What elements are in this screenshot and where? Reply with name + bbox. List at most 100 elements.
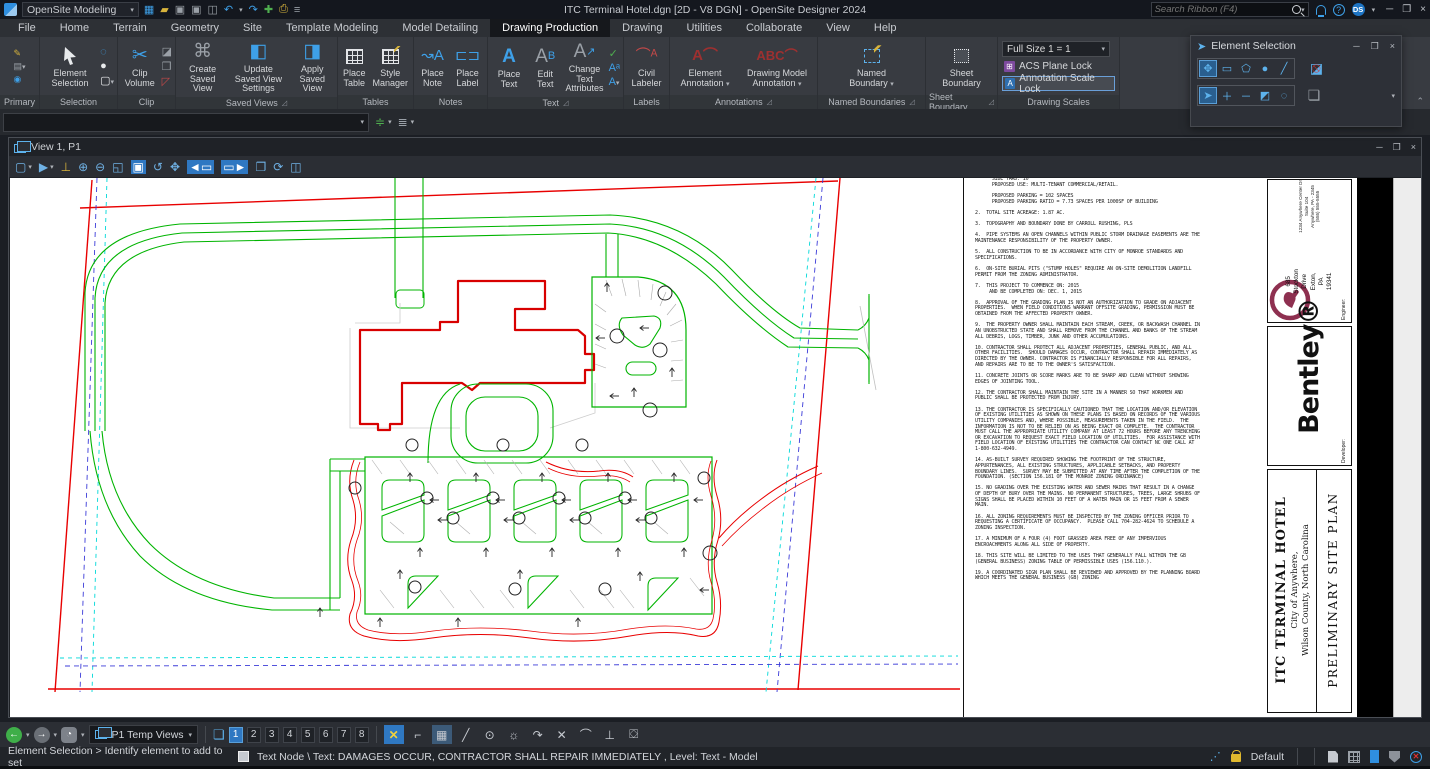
dialog-launcher-icon[interactable]: ◿: [909, 98, 914, 106]
view-toggle-7[interactable]: 7: [336, 726, 351, 743]
primary-tools-icon[interactable]: ✎: [13, 48, 25, 59]
drawing-canvas[interactable]: SIDE YARD: 10 PROPOSED USE: MULTI-TENANT…: [10, 178, 1421, 717]
copy-view-button[interactable]: ❐: [255, 160, 266, 174]
change-text-attributes-button[interactable]: A ↗ Change Text Attributes: [564, 39, 606, 95]
dialog-expand-icon[interactable]: ▾: [1391, 92, 1395, 100]
attributes-filter-button[interactable]: ≣ ▾: [398, 115, 415, 129]
named-boundary-button[interactable]: Named Boundary ▾: [843, 43, 901, 89]
search-input[interactable]: [1154, 4, 1293, 15]
connection-status-icon[interactable]: ✕: [1410, 750, 1422, 763]
delete-clip-icon[interactable]: ◸: [162, 75, 172, 88]
view-attributes-button[interactable]: ⟳: [273, 160, 283, 174]
pin-icon[interactable]: ✚: [264, 3, 273, 16]
text-more-icon[interactable]: A▾: [609, 76, 620, 88]
fence-block-icon[interactable]: ▢▾: [100, 74, 114, 87]
create-saved-view-button[interactable]: ⌘ Create Saved View: [179, 39, 226, 95]
apply-saved-view-button[interactable]: ◨ Apply Saved View: [291, 39, 334, 95]
close-button[interactable]: ×: [1420, 4, 1426, 15]
disable-handles-icon[interactable]: ◪⃠: [1305, 60, 1323, 77]
redo-icon[interactable]: ↷: [249, 3, 258, 16]
select-clear-icon[interactable]: ◌: [1275, 87, 1293, 104]
print-icon[interactable]: ⎙: [279, 3, 288, 16]
select-subtract-icon[interactable]: －: [1237, 87, 1255, 104]
place-label-button[interactable]: ⊏⊐ Place Label: [451, 43, 484, 89]
tab-site[interactable]: Site: [231, 19, 274, 37]
dialog-minimize-button[interactable]: ─: [1353, 41, 1359, 52]
saved-view-apply-button[interactable]: ◫: [290, 160, 301, 174]
tab-model-detailing[interactable]: Model Detailing: [390, 19, 490, 37]
style-manager-button[interactable]: Style Manager: [371, 43, 411, 89]
dialog-launcher-icon[interactable]: ◿: [563, 99, 568, 107]
save-icon[interactable]: ▣: [175, 3, 185, 16]
snap-origin-icon[interactable]: ☼: [504, 725, 524, 744]
select-block-icon[interactable]: ▭: [1218, 60, 1236, 77]
pan-view-button[interactable]: ✥: [170, 160, 180, 174]
tab-collaborate[interactable]: Collaborate: [734, 19, 814, 37]
dgn-work-mode-icon[interactable]: [1370, 750, 1379, 763]
select-line-icon[interactable]: ╱: [1275, 60, 1293, 77]
tab-drawing[interactable]: Drawing: [610, 19, 674, 37]
snap-intersection-icon[interactable]: ✕: [552, 725, 572, 744]
view-toggle-6[interactable]: 6: [318, 726, 333, 743]
view-close-button[interactable]: ×: [1411, 142, 1416, 153]
snap-nearest-icon[interactable]: ⌐: [408, 725, 428, 744]
clip-mask-icon[interactable]: ◪: [162, 45, 172, 58]
select-shape-icon[interactable]: ⬠: [1237, 60, 1255, 77]
tab-geometry[interactable]: Geometry: [159, 19, 231, 37]
view-toggle-4[interactable]: 4: [282, 726, 297, 743]
undo-icon[interactable]: ↶: [224, 3, 233, 16]
edit-text-button[interactable]: AB Edit Text: [530, 44, 561, 90]
view-back-button[interactable]: ←: [6, 726, 22, 743]
select-individual-icon[interactable]: ✥: [1199, 60, 1217, 77]
view-forward-button[interactable]: →: [33, 726, 50, 743]
view-toggle-2[interactable]: 2: [246, 726, 261, 743]
annotation-scale-lock-toggle[interactable]: A Annotation Scale Lock: [1002, 73, 1115, 95]
tab-file[interactable]: File: [6, 19, 48, 37]
dialog-launcher-icon[interactable]: ◿: [282, 99, 287, 107]
help-icon[interactable]: ?: [1332, 3, 1345, 16]
text-styles-icon[interactable]: Aᵃ: [609, 62, 620, 74]
view-history-button[interactable]: ◔: [61, 726, 78, 743]
properties-icon[interactable]: ◉: [13, 74, 25, 85]
view-next-button[interactable]: ▭►: [221, 159, 249, 174]
fence-mode-icon[interactable]: [1348, 750, 1360, 763]
dialog-close-button[interactable]: ×: [1390, 41, 1395, 52]
view-history-dropdown-icon[interactable]: ▾: [81, 731, 85, 739]
place-text-button[interactable]: A Place Text: [491, 44, 527, 90]
view-toggle-5[interactable]: 5: [300, 726, 315, 743]
dialog-launcher-icon[interactable]: ◿: [989, 98, 994, 106]
view-forward-dropdown-icon[interactable]: ▾: [54, 731, 58, 739]
snap-keypoint-icon[interactable]: ▦: [431, 725, 452, 744]
snap-bisector-icon[interactable]: ↷: [528, 725, 548, 744]
selection-set-icon[interactable]: [1328, 750, 1338, 763]
sheet-boundary-button[interactable]: Sheet Boundary: [929, 43, 994, 89]
zoom-in-button[interactable]: ⊕: [78, 160, 88, 174]
select-by-attributes-icon[interactable]: ◌: [100, 46, 114, 58]
window-area-button[interactable]: ◱: [112, 160, 123, 174]
fit-view-button[interactable]: ▣: [130, 159, 146, 174]
snap-center-icon[interactable]: ⊙: [480, 725, 500, 744]
rotate-view-button[interactable]: ↺: [153, 160, 163, 174]
view-presentation-button[interactable]: ▶ ▾: [39, 160, 54, 174]
view-minimize-button[interactable]: ─: [1376, 142, 1382, 153]
zoom-out-button[interactable]: ⊖: [95, 160, 105, 174]
snap-point-on-icon[interactable]: ⛋: [624, 725, 644, 744]
update-saved-view-button[interactable]: ◧ Update Saved View Settings: [229, 39, 287, 95]
compress-icon[interactable]: ◫: [208, 3, 218, 16]
view-title-bar[interactable]: View 1, P1 ─ ❐ ×: [9, 138, 1421, 156]
security-icon[interactable]: [1389, 750, 1400, 763]
dialog-title-bar[interactable]: ➤ Element Selection ─ ❐ ×: [1191, 36, 1401, 56]
open-folder-icon[interactable]: ▰: [160, 3, 168, 16]
save-settings-icon[interactable]: ▣: [191, 3, 201, 16]
tab-help[interactable]: Help: [862, 19, 909, 37]
tab-template-modeling[interactable]: Template Modeling: [274, 19, 390, 37]
select-all-icon[interactable]: ❏: [1305, 87, 1323, 104]
select-add-icon[interactable]: ＋: [1218, 87, 1236, 104]
tab-home[interactable]: Home: [48, 19, 101, 37]
minimize-button[interactable]: ─: [1386, 4, 1393, 15]
explorer-icon[interactable]: ▤▾: [13, 61, 25, 72]
dialog-maximize-button[interactable]: ❐: [1371, 41, 1379, 52]
view-toggle-1[interactable]: 1: [228, 726, 243, 743]
saved-views-select[interactable]: P1 Temp Views ▾: [88, 725, 199, 744]
clip-tools-icon[interactable]: ❒: [162, 60, 172, 73]
